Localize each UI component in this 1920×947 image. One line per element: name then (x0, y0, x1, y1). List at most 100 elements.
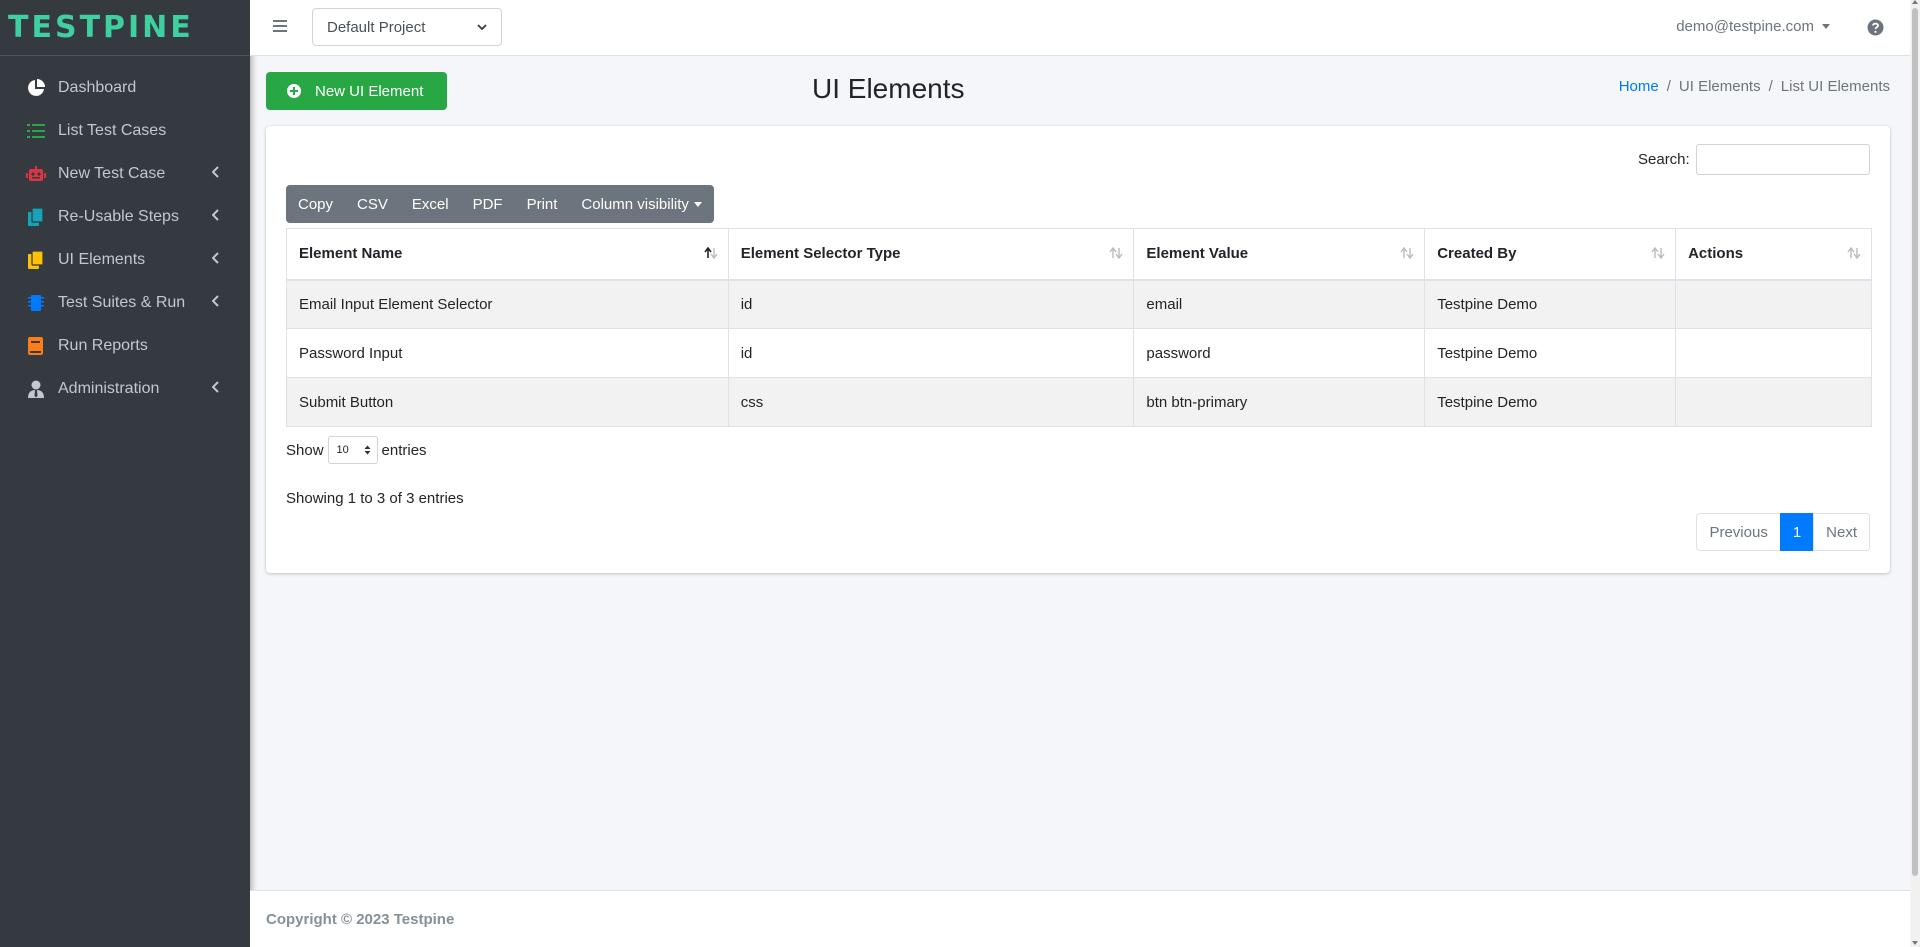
column-header-label: Element Selector Type (740, 245, 901, 263)
cell-selector-type: css (727, 377, 1135, 427)
breadcrumb-current: List UI Elements (1780, 78, 1890, 95)
sidebar-item-ui-elements[interactable]: UI Elements (8, 238, 242, 281)
csv-button[interactable]: CSV (345, 185, 400, 223)
column-header-label: Element Value (1146, 245, 1249, 263)
column-header-element-value[interactable]: Element Value (1133, 228, 1426, 281)
sidebar-item-run-reports[interactable]: Run Reports (8, 324, 242, 367)
pagination-next[interactable]: Next (1813, 513, 1870, 551)
footer: Copyright © 2023 Testpine (250, 890, 1910, 947)
cell-element-value: btn btn-primary (1133, 377, 1426, 427)
print-button[interactable]: Print (515, 185, 570, 223)
table-row[interactable]: Email Input Element Selector id email Te… (286, 279, 1872, 329)
chevron-left-icon (212, 295, 219, 307)
cell-element-name: Submit Button (286, 377, 729, 427)
sidebar-item-dashboard[interactable]: Dashboard (8, 66, 242, 109)
ui-elements-table: Element Name Element Selector Type Eleme… (286, 228, 1872, 427)
column-header-element-name[interactable]: Element Name (286, 228, 729, 281)
column-header-selector-type[interactable]: Element Selector Type (727, 228, 1135, 281)
cell-actions[interactable] (1675, 279, 1872, 329)
excel-button[interactable]: Excel (400, 185, 461, 223)
scroll-up-arrow-icon[interactable] (1912, 0, 1918, 4)
chevron-left-icon (212, 209, 219, 221)
sidebar-item-label: New Test Case (58, 164, 166, 182)
pagination-page-1[interactable]: 1 (1779, 513, 1815, 551)
breadcrumb-separator: / (1666, 78, 1671, 95)
chevron-left-icon (212, 166, 219, 178)
hamburger-menu-icon[interactable] (272, 18, 288, 34)
select-arrows-icon (364, 445, 371, 455)
column-visibility-label: Column visibility (581, 195, 689, 213)
entries-label: entries (381, 441, 427, 459)
table-row[interactable]: Submit Button css btn btn-primary Testpi… (286, 377, 1872, 427)
cell-created-by: Testpine Demo (1424, 279, 1677, 329)
sidebar-item-reusable-steps[interactable]: Re-Usable Steps (8, 195, 242, 238)
brand-name: TESTPINE (8, 10, 194, 45)
question-circle-icon[interactable] (1867, 19, 1884, 36)
cell-element-value: email (1133, 279, 1426, 329)
breadcrumb-section: UI Elements (1678, 78, 1761, 95)
sidebar-item-test-suites-run[interactable]: Test Suites & Run (8, 281, 242, 324)
caret-down-icon (1822, 24, 1830, 29)
export-button-group: Copy CSV Excel PDF Print Column visibili… (286, 185, 714, 223)
sidebar-item-label: Run Reports (58, 336, 148, 354)
cell-selector-type: id (727, 328, 1135, 378)
sidebar-item-new-test-case[interactable]: New Test Case (8, 152, 242, 195)
sidebar-item-administration[interactable]: Administration (8, 367, 242, 410)
ui-elements-card: Search: Copy CSV Excel PDF Print Column … (266, 126, 1890, 573)
file-icon (26, 250, 46, 270)
breadcrumb: Home / UI Elements / List UI Elements (1619, 78, 1890, 95)
copy-icon (26, 207, 46, 227)
new-ui-element-button[interactable]: New UI Element (266, 72, 447, 110)
sidebar-item-label: Re-Usable Steps (58, 207, 179, 225)
chevron-left-icon (212, 252, 219, 264)
cell-created-by: Testpine Demo (1424, 328, 1677, 378)
user-email: demo@testpine.com (1676, 18, 1814, 35)
sort-ascending-icon (704, 247, 718, 259)
sidebar-item-list-test-cases[interactable]: List Test Cases (8, 109, 242, 152)
cell-selector-type: id (727, 279, 1135, 329)
pagination-previous[interactable]: Previous (1696, 513, 1781, 551)
vertical-scrollbar[interactable] (1910, 0, 1920, 947)
cell-actions[interactable] (1675, 328, 1872, 378)
book-icon (26, 336, 46, 356)
search-label: Search: (1638, 151, 1690, 168)
page-length-value: 10 (336, 444, 349, 456)
sidebar-nav: Dashboard List Test Cases New Test Case … (0, 66, 250, 410)
pdf-button[interactable]: PDF (461, 185, 515, 223)
brand-logo[interactable]: TESTPINE (0, 0, 250, 56)
scrollbar-thumb[interactable] (1912, 8, 1918, 876)
copyright-text: Copyright © 2023 Testpine (266, 910, 455, 928)
column-header-created-by[interactable]: Created By (1424, 228, 1677, 281)
robot-icon (26, 164, 46, 184)
cell-element-value: password (1133, 328, 1426, 378)
search-input[interactable] (1696, 144, 1870, 175)
user-tie-icon (26, 379, 46, 399)
column-header-label: Element Name (299, 245, 403, 263)
show-label: Show (286, 441, 324, 459)
user-menu[interactable]: demo@testpine.com (1676, 18, 1830, 35)
column-header-label: Created By (1437, 245, 1517, 263)
table-row[interactable]: Password Input id password Testpine Demo (286, 328, 1872, 378)
sort-icon (1400, 247, 1414, 259)
breadcrumb-home-link[interactable]: Home (1619, 78, 1659, 95)
page-length-select[interactable]: 10 (327, 436, 378, 464)
chevron-left-icon (212, 381, 219, 393)
table-header-row: Element Name Element Selector Type Eleme… (286, 228, 1872, 281)
pie-chart-icon (26, 78, 46, 98)
new-ui-element-label: New UI Element (315, 82, 424, 100)
sidebar-item-label: List Test Cases (58, 121, 167, 139)
project-select[interactable]: Default Project (312, 8, 502, 46)
column-visibility-button[interactable]: Column visibility (569, 185, 714, 223)
column-header-actions[interactable]: Actions (1675, 228, 1872, 281)
page-title: UI Elements (812, 73, 965, 104)
copy-button[interactable]: Copy (286, 185, 345, 223)
list-icon (26, 121, 46, 141)
scroll-down-arrow-icon[interactable] (1912, 941, 1918, 945)
sidebar-item-label: Test Suites & Run (58, 293, 186, 311)
sidebar: TESTPINE Dashboard List Test Cases New T… (0, 0, 250, 947)
cell-element-name: Password Input (286, 328, 729, 378)
cell-created-by: Testpine Demo (1424, 377, 1677, 427)
table-info: Showing 1 to 3 of 3 entries (286, 490, 464, 507)
cell-element-name: Email Input Element Selector (286, 279, 729, 329)
cell-actions[interactable] (1675, 377, 1872, 427)
